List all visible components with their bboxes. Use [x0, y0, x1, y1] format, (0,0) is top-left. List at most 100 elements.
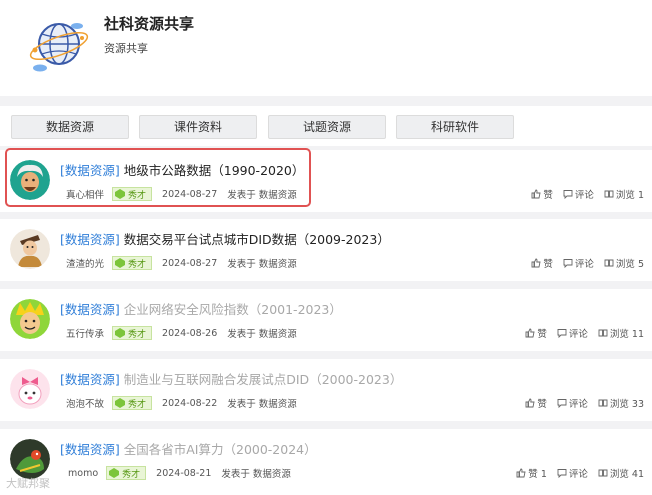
post-actions: 赞 评论 浏览 1	[531, 187, 644, 201]
post-date: 2024-08-22	[162, 397, 218, 409]
comment-button[interactable]: 评论	[563, 256, 594, 270]
views-count: 浏览 41	[598, 466, 644, 480]
comment-label: 评论	[574, 190, 594, 201]
like-label: 赞	[543, 190, 553, 201]
post-title[interactable]: [数据资源] 企业网络安全风险指数（2001-2023）	[60, 299, 342, 318]
like-button[interactable]: 赞	[531, 187, 553, 201]
post-meta: 五行传承 秀才 2024-08-26 发表于 数据资源	[66, 326, 297, 340]
book-icon	[604, 259, 614, 267]
post-date: 2024-08-26	[162, 327, 218, 339]
post-title-link[interactable]: 数据交易平台试点城市DID数据（2009-2023）	[124, 232, 390, 247]
gem-icon	[109, 468, 120, 478]
gem-icon	[115, 328, 126, 338]
views-count: 浏览 33	[598, 396, 644, 410]
category-tabbar: 数据资源 课件资料 试题资源 科研软件	[0, 106, 652, 146]
post-author[interactable]: 五行传承	[66, 326, 104, 340]
post-item[interactable]: [数据资源] 全国各省市AI算力（2000-2024） momo 秀才 2024…	[0, 429, 652, 495]
avatar[interactable]	[10, 369, 50, 409]
post-title-link[interactable]: 全国各省市AI算力（2000-2024）	[124, 442, 317, 457]
post-title-link[interactable]: 制造业与互联网融合发展试点DID（2000-2023）	[124, 372, 403, 387]
rank-label: 秀才	[128, 259, 147, 270]
comment-button[interactable]: 评论	[557, 396, 588, 410]
post-author[interactable]: 泡泡不故	[66, 396, 104, 410]
thumbs-up-icon	[516, 468, 526, 478]
post-category-link[interactable]: [数据资源]	[60, 232, 120, 247]
comment-icon	[557, 399, 567, 408]
rank-label: 秀才	[128, 329, 147, 340]
like-button[interactable]: 赞 1	[516, 466, 547, 480]
post-section[interactable]: 数据资源	[259, 256, 297, 270]
book-icon	[598, 469, 608, 477]
posted-prefix: 发表于	[221, 469, 250, 480]
book-icon	[604, 190, 614, 198]
post-category-link[interactable]: [数据资源]	[60, 442, 120, 457]
comment-label: 评论	[568, 469, 588, 480]
post-title[interactable]: [数据资源] 数据交易平台试点城市DID数据（2009-2023）	[60, 229, 390, 248]
views-count: 浏览 1	[604, 187, 644, 201]
views-count: 浏览 5	[604, 256, 644, 270]
post-category-link[interactable]: [数据资源]	[60, 372, 120, 387]
views-label: 浏览 41	[609, 469, 644, 480]
posted-prefix: 发表于	[227, 399, 256, 410]
post-actions: 赞 1 评论 浏览 41	[516, 466, 644, 480]
avatar[interactable]	[10, 299, 50, 339]
site-subtitle: 资源共享	[104, 42, 148, 55]
like-button[interactable]: 赞	[525, 396, 547, 410]
comment-button[interactable]: 评论	[557, 466, 588, 480]
book-icon	[598, 399, 608, 407]
avatar[interactable]	[10, 229, 50, 269]
like-label: 赞	[543, 259, 553, 270]
tab-exam-resources[interactable]: 试题资源	[268, 115, 386, 139]
comment-label: 评论	[574, 259, 594, 270]
like-button[interactable]: 赞	[531, 256, 553, 270]
avatar[interactable]	[10, 439, 50, 479]
gem-icon	[115, 398, 126, 408]
like-button[interactable]: 赞	[525, 326, 547, 340]
globe-logo-icon	[29, 23, 89, 72]
post-section[interactable]: 数据资源	[259, 326, 297, 340]
comment-label: 评论	[568, 399, 588, 410]
post-item[interactable]: [数据资源] 数据交易平台试点城市DID数据（2009-2023） 渣渣的光 秀…	[0, 219, 652, 281]
comment-icon	[563, 259, 573, 268]
post-title-link[interactable]: 企业网络安全风险指数（2001-2023）	[124, 302, 342, 317]
post-actions: 赞 评论 浏览 33	[525, 396, 644, 410]
thumbs-up-icon	[525, 328, 535, 338]
like-label: 赞	[537, 399, 547, 410]
post-meta: momo 秀才 2024-08-21 发表于 数据资源	[68, 466, 291, 480]
post-category-link[interactable]: [数据资源]	[60, 302, 120, 317]
post-meta: 渣渣的光 秀才 2024-08-27 发表于 数据资源	[66, 256, 297, 270]
like-label: 赞 1	[528, 469, 547, 480]
tab-data-resources[interactable]: 数据资源	[11, 115, 129, 139]
post-date: 2024-08-21	[156, 467, 212, 479]
post-item[interactable]: [数据资源] 企业网络安全风险指数（2001-2023） 五行传承 秀才 202…	[0, 289, 652, 351]
thumbs-up-icon	[531, 189, 541, 199]
post-section[interactable]: 数据资源	[259, 396, 297, 410]
gem-icon	[115, 258, 126, 268]
rank-badge: 秀才	[106, 466, 147, 480]
post-author[interactable]: momo	[68, 468, 98, 479]
post-author[interactable]: 渣渣的光	[66, 256, 104, 270]
rank-label: 秀才	[122, 469, 141, 480]
site-title: 社科资源共享	[104, 15, 195, 33]
rank-badge: 秀才	[112, 396, 153, 410]
views-label: 浏览 1	[615, 190, 644, 201]
post-item[interactable]: [数据资源] 制造业与互联网融合发展试点DID（2000-2023） 泡泡不故 …	[0, 359, 652, 421]
tab-courseware[interactable]: 课件资料	[139, 115, 257, 139]
post-actions: 赞 评论 浏览 11	[525, 326, 644, 340]
views-label: 浏览 33	[609, 399, 644, 410]
comment-button[interactable]: 评论	[557, 326, 588, 340]
site-header: 社科资源共享 资源共享	[0, 0, 652, 96]
tab-research-software[interactable]: 科研软件	[396, 115, 514, 139]
comment-icon	[557, 469, 567, 478]
rank-badge: 秀才	[112, 256, 153, 270]
watermark: 大赋邦聚	[6, 477, 50, 490]
comment-button[interactable]: 评论	[563, 187, 594, 201]
post-section[interactable]: 数据资源	[253, 466, 291, 480]
post-actions: 赞 评论 浏览 5	[531, 256, 644, 270]
rank-badge: 秀才	[112, 326, 153, 340]
book-icon	[598, 329, 608, 337]
post-title[interactable]: [数据资源] 全国各省市AI算力（2000-2024）	[60, 439, 317, 458]
post-meta: 泡泡不故 秀才 2024-08-22 发表于 数据资源	[66, 396, 297, 410]
post-title[interactable]: [数据资源] 制造业与互联网融合发展试点DID（2000-2023）	[60, 369, 402, 388]
highlight-outline	[5, 148, 311, 207]
